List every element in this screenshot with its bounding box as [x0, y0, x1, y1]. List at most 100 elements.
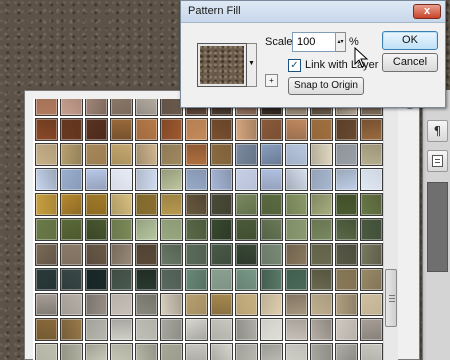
pattern-swatch[interactable] [285, 168, 308, 191]
close-button[interactable]: x [413, 4, 441, 19]
pattern-swatch[interactable] [60, 168, 83, 191]
pattern-swatch[interactable] [185, 168, 208, 191]
pattern-swatch[interactable] [185, 268, 208, 291]
pattern-swatch[interactable] [210, 143, 233, 166]
pattern-swatch[interactable] [360, 243, 383, 266]
pattern-swatch[interactable] [310, 218, 333, 241]
pattern-swatch[interactable] [135, 243, 158, 266]
pattern-swatch[interactable] [210, 193, 233, 216]
pattern-swatch[interactable] [110, 293, 133, 316]
pattern-swatch[interactable] [135, 193, 158, 216]
pattern-picker-toggle[interactable]: ▼ [247, 43, 257, 87]
scale-stepper[interactable]: ▴▾ [336, 32, 346, 52]
pattern-swatch[interactable] [235, 318, 258, 341]
pattern-swatch[interactable] [310, 243, 333, 266]
pattern-swatch[interactable] [360, 118, 383, 141]
pattern-swatch[interactable] [35, 293, 58, 316]
pattern-swatch[interactable] [185, 243, 208, 266]
cancel-button[interactable]: Cancel [382, 53, 438, 72]
pattern-swatch[interactable] [110, 118, 133, 141]
pattern-swatch[interactable] [110, 143, 133, 166]
pattern-swatch[interactable] [360, 143, 383, 166]
pattern-swatch[interactable] [85, 143, 108, 166]
pattern-swatch[interactable] [260, 243, 283, 266]
pattern-swatch[interactable] [85, 293, 108, 316]
pattern-swatch[interactable] [185, 293, 208, 316]
scrollbar-thumb[interactable] [385, 269, 397, 327]
pattern-swatch[interactable] [335, 268, 358, 291]
pattern-swatch[interactable] [60, 218, 83, 241]
pattern-swatch[interactable] [210, 243, 233, 266]
pattern-swatch[interactable] [160, 118, 183, 141]
pattern-swatch[interactable] [335, 218, 358, 241]
pattern-swatch[interactable] [360, 218, 383, 241]
pattern-swatch[interactable] [60, 243, 83, 266]
pattern-swatch[interactable] [210, 293, 233, 316]
pattern-swatch[interactable] [210, 268, 233, 291]
pattern-swatch[interactable] [235, 268, 258, 291]
link-with-layer-checkbox[interactable]: ✓ [288, 59, 301, 72]
pattern-swatch[interactable] [185, 343, 208, 360]
pattern-swatch[interactable] [35, 168, 58, 191]
pattern-swatch[interactable] [260, 268, 283, 291]
pattern-swatch[interactable] [285, 118, 308, 141]
pattern-swatch[interactable] [35, 243, 58, 266]
pattern-swatch[interactable] [335, 118, 358, 141]
pattern-swatch[interactable] [185, 218, 208, 241]
pattern-swatch[interactable] [310, 293, 333, 316]
pattern-swatch[interactable] [235, 143, 258, 166]
pattern-swatch[interactable] [85, 99, 108, 116]
new-preset-button[interactable]: + [265, 74, 278, 87]
pattern-swatch[interactable] [285, 243, 308, 266]
pattern-swatch[interactable] [335, 318, 358, 341]
pattern-swatch[interactable] [285, 268, 308, 291]
pattern-swatch[interactable] [35, 118, 58, 141]
pattern-swatch[interactable] [135, 293, 158, 316]
pattern-swatch[interactable] [335, 343, 358, 360]
pattern-swatch[interactable] [35, 99, 58, 116]
pattern-swatch[interactable] [310, 168, 333, 191]
pattern-swatch[interactable] [235, 193, 258, 216]
pattern-swatch[interactable] [335, 293, 358, 316]
pattern-swatch[interactable] [35, 343, 58, 360]
pattern-swatch[interactable] [335, 143, 358, 166]
pattern-swatch[interactable] [260, 318, 283, 341]
paragraph-panel-button[interactable]: ¶ [427, 120, 448, 142]
pattern-swatch[interactable] [35, 218, 58, 241]
pattern-swatch[interactable] [110, 318, 133, 341]
pattern-swatch[interactable] [110, 243, 133, 266]
pattern-swatch[interactable] [310, 343, 333, 360]
pattern-swatch[interactable] [160, 318, 183, 341]
scale-input[interactable] [292, 32, 336, 52]
pattern-swatch[interactable] [310, 268, 333, 291]
pattern-swatch[interactable] [260, 343, 283, 360]
pattern-swatch[interactable] [60, 143, 83, 166]
pattern-swatch[interactable] [35, 268, 58, 291]
pattern-swatch[interactable] [60, 343, 83, 360]
pattern-swatch[interactable] [135, 143, 158, 166]
pattern-swatch[interactable] [160, 243, 183, 266]
pattern-swatch[interactable] [285, 318, 308, 341]
pattern-swatch[interactable] [260, 168, 283, 191]
pattern-swatch[interactable] [135, 343, 158, 360]
pattern-swatch[interactable] [110, 268, 133, 291]
pattern-swatch[interactable] [35, 193, 58, 216]
pattern-swatch[interactable] [285, 343, 308, 360]
pattern-swatch[interactable] [135, 268, 158, 291]
pattern-swatch[interactable] [60, 318, 83, 341]
dialog-titlebar[interactable]: Pattern Fill [181, 1, 445, 23]
pattern-swatch[interactable] [260, 193, 283, 216]
pattern-swatch[interactable] [235, 293, 258, 316]
document-panel-button[interactable] [427, 150, 448, 172]
pattern-swatch[interactable] [235, 243, 258, 266]
pattern-swatch[interactable] [210, 168, 233, 191]
pattern-swatch[interactable] [235, 168, 258, 191]
pattern-swatch[interactable] [85, 218, 108, 241]
pattern-swatch[interactable] [360, 318, 383, 341]
pattern-swatch[interactable] [210, 318, 233, 341]
pattern-swatch[interactable] [260, 143, 283, 166]
pattern-swatch[interactable] [185, 118, 208, 141]
pattern-swatch[interactable] [135, 168, 158, 191]
pattern-swatch[interactable] [60, 293, 83, 316]
pattern-swatch[interactable] [110, 168, 133, 191]
